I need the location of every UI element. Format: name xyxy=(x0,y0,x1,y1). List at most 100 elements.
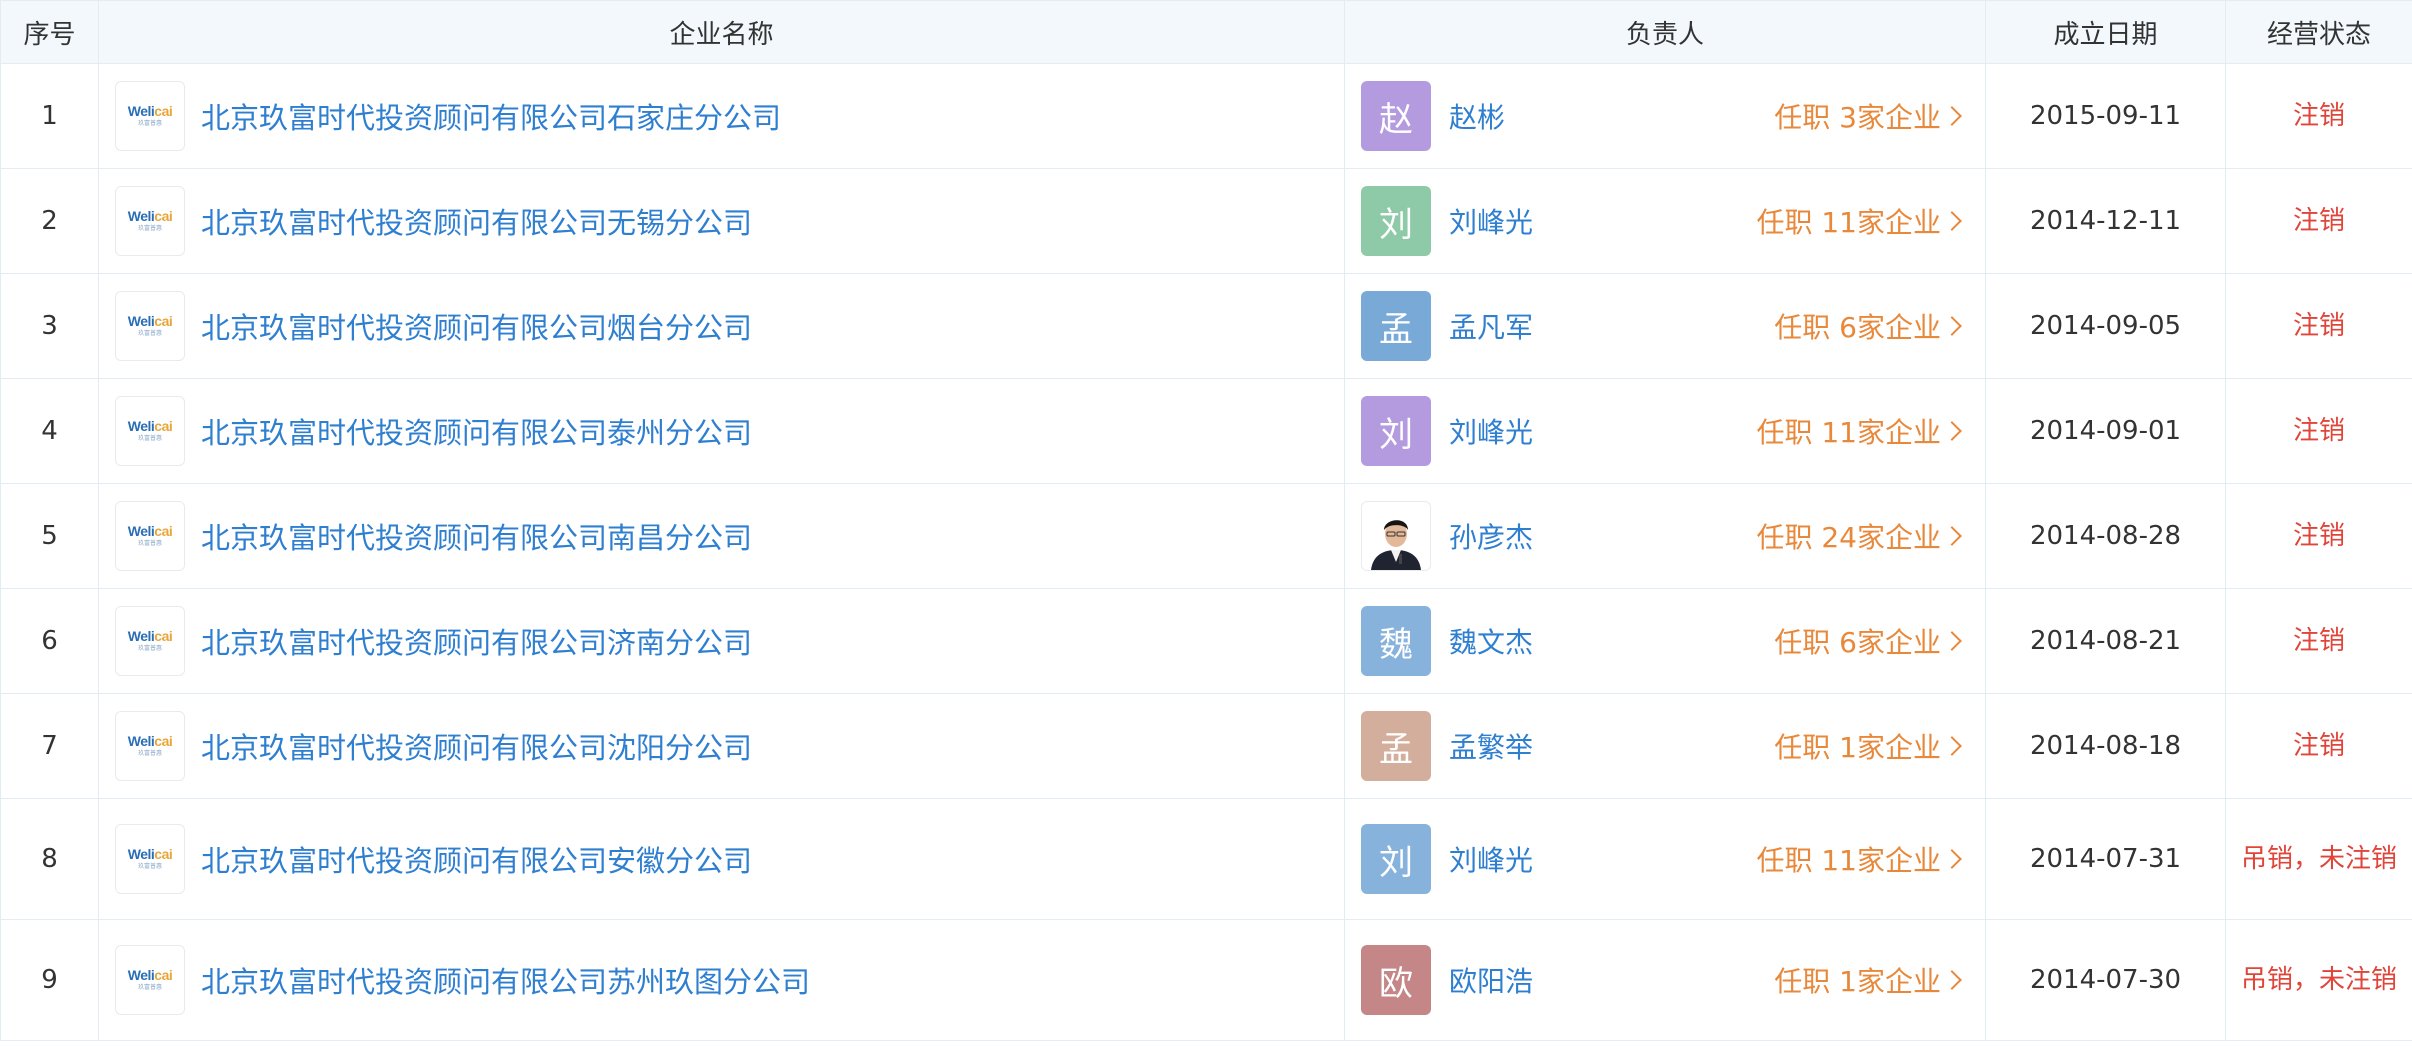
company-name-link[interactable]: 北京玖富时代投资顾问有限公司泰州分公司 xyxy=(201,410,752,452)
avatar[interactable]: 赵 xyxy=(1361,81,1431,151)
logo-subtitle: 玖富普惠 xyxy=(137,540,162,547)
person-cell: 刘 刘峰光 任职 11家企业 xyxy=(1344,798,1986,920)
status-badge: 注销 xyxy=(2225,168,2412,274)
status-badge: 注销 xyxy=(2225,588,2412,694)
positions-count: 任职 11家企业 xyxy=(1756,416,1941,449)
avatar-photo[interactable] xyxy=(1361,501,1431,571)
avatar[interactable]: 刘 xyxy=(1361,396,1431,466)
table-row: 7 Welicai 玖富普惠 北京玖富时代投资顾问有限公司沈阳分公司 孟 孟繁举… xyxy=(0,693,2412,799)
header-company: 企业名称 xyxy=(98,0,1345,64)
founded-date: 2014-08-18 xyxy=(1985,693,2226,799)
avatar[interactable]: 刘 xyxy=(1361,186,1431,256)
company-logo[interactable]: Welicai 玖富普惠 xyxy=(115,711,185,781)
branch-companies-table: 序号 企业名称 负责人 成立日期 经营状态 1 Welicai 玖富普惠 北京玖… xyxy=(0,0,2412,1041)
avatar[interactable]: 孟 xyxy=(1361,711,1431,781)
company-name-link[interactable]: 北京玖富时代投资顾问有限公司南昌分公司 xyxy=(201,515,752,557)
company-logo[interactable]: Welicai 玖富普惠 xyxy=(115,501,185,571)
company-cell: Welicai 玖富普惠 北京玖富时代投资顾问有限公司安徽分公司 xyxy=(98,798,1345,920)
status-badge: 注销 xyxy=(2225,378,2412,484)
person-name-link[interactable]: 赵彬 xyxy=(1449,96,1505,136)
table-row: 3 Welicai 玖富普惠 北京玖富时代投资顾问有限公司烟台分公司 孟 孟凡军… xyxy=(0,273,2412,379)
row-index: 5 xyxy=(0,483,99,589)
positions-link[interactable]: 任职 6家企业 xyxy=(1774,306,1963,346)
positions-count: 任职 11家企业 xyxy=(1756,206,1941,239)
founded-date: 2015-09-11 xyxy=(1985,63,2226,169)
logo-wordmark: Welicai xyxy=(127,967,173,983)
logo-subtitle: 玖富普惠 xyxy=(137,984,162,991)
positions-count: 任职 11家企业 xyxy=(1756,844,1941,877)
company-name-link[interactable]: 北京玖富时代投资顾问有限公司沈阳分公司 xyxy=(201,725,752,767)
positions-link[interactable]: 任职 11家企业 xyxy=(1756,411,1963,451)
company-logo[interactable]: Welicai 玖富普惠 xyxy=(115,396,185,466)
company-name-link[interactable]: 北京玖富时代投资顾问有限公司济南分公司 xyxy=(201,620,752,662)
logo-subtitle: 玖富普惠 xyxy=(137,435,162,442)
row-index: 8 xyxy=(0,798,99,920)
status-badge: 注销 xyxy=(2225,693,2412,799)
company-logo[interactable]: Welicai 玖富普惠 xyxy=(115,824,185,894)
company-name-link[interactable]: 北京玖富时代投资顾问有限公司石家庄分公司 xyxy=(201,95,781,137)
founded-date: 2014-09-05 xyxy=(1985,273,2226,379)
person-name-link[interactable]: 刘峰光 xyxy=(1449,201,1533,241)
person-cell: 魏 魏文杰 任职 6家企业 xyxy=(1344,588,1986,694)
logo-subtitle: 玖富普惠 xyxy=(137,120,162,127)
founded-date: 2014-08-28 xyxy=(1985,483,2226,589)
logo-subtitle: 玖富普惠 xyxy=(137,225,162,232)
row-index: 2 xyxy=(0,168,99,274)
positions-link[interactable]: 任职 24家企业 xyxy=(1756,516,1963,556)
person-cell: 刘 刘峰光 任职 11家企业 xyxy=(1344,168,1986,274)
positions-count: 任职 6家企业 xyxy=(1774,626,1941,659)
logo-wordmark: Welicai xyxy=(127,523,173,539)
chevron-right-icon xyxy=(1942,736,1962,756)
header-person: 负责人 xyxy=(1344,0,1986,64)
person-name-link[interactable]: 欧阳浩 xyxy=(1449,960,1533,1000)
positions-link[interactable]: 任职 6家企业 xyxy=(1774,621,1963,661)
avatar[interactable]: 刘 xyxy=(1361,824,1431,894)
table-header-row: 序号 企业名称 负责人 成立日期 经营状态 xyxy=(0,0,2412,64)
positions-link[interactable]: 任职 1家企业 xyxy=(1774,726,1963,766)
company-logo[interactable]: Welicai 玖富普惠 xyxy=(115,606,185,676)
logo-subtitle: 玖富普惠 xyxy=(137,645,162,652)
row-index: 3 xyxy=(0,273,99,379)
company-logo[interactable]: Welicai 玖富普惠 xyxy=(115,291,185,361)
founded-date: 2014-09-01 xyxy=(1985,378,2226,484)
logo-wordmark: Welicai xyxy=(127,628,173,644)
company-cell: Welicai 玖富普惠 北京玖富时代投资顾问有限公司石家庄分公司 xyxy=(98,63,1345,169)
positions-link[interactable]: 任职 3家企业 xyxy=(1774,96,1963,136)
person-cell: 赵 赵彬 任职 3家企业 xyxy=(1344,63,1986,169)
header-status: 经营状态 xyxy=(2225,0,2412,64)
company-cell: Welicai 玖富普惠 北京玖富时代投资顾问有限公司烟台分公司 xyxy=(98,273,1345,379)
positions-link[interactable]: 任职 11家企业 xyxy=(1756,839,1963,879)
avatar[interactable]: 欧 xyxy=(1361,945,1431,1015)
positions-count: 任职 24家企业 xyxy=(1756,521,1941,554)
person-name-link[interactable]: 孙彦杰 xyxy=(1449,516,1533,556)
company-name-link[interactable]: 北京玖富时代投资顾问有限公司烟台分公司 xyxy=(201,305,752,347)
company-logo[interactable]: Welicai 玖富普惠 xyxy=(115,81,185,151)
person-name-link[interactable]: 孟繁举 xyxy=(1449,726,1533,766)
person-photo-icon xyxy=(1363,504,1429,570)
logo-wordmark: Welicai xyxy=(127,733,173,749)
founded-date: 2014-07-31 xyxy=(1985,798,2226,920)
company-name-link[interactable]: 北京玖富时代投资顾问有限公司安徽分公司 xyxy=(201,838,752,880)
person-name-link[interactable]: 魏文杰 xyxy=(1449,621,1533,661)
company-name-link[interactable]: 北京玖富时代投资顾问有限公司无锡分公司 xyxy=(201,200,752,242)
founded-date: 2014-07-30 xyxy=(1985,919,2226,1041)
table-row: 5 Welicai 玖富普惠 北京玖富时代投资顾问有限公司南昌分公司 孙彦杰 任… xyxy=(0,483,2412,589)
avatar[interactable]: 魏 xyxy=(1361,606,1431,676)
positions-count: 任职 1家企业 xyxy=(1774,731,1941,764)
company-cell: Welicai 玖富普惠 北京玖富时代投资顾问有限公司济南分公司 xyxy=(98,588,1345,694)
company-logo[interactable]: Welicai 玖富普惠 xyxy=(115,186,185,256)
table-row: 4 Welicai 玖富普惠 北京玖富时代投资顾问有限公司泰州分公司 刘 刘峰光… xyxy=(0,378,2412,484)
company-cell: Welicai 玖富普惠 北京玖富时代投资顾问有限公司沈阳分公司 xyxy=(98,693,1345,799)
company-logo[interactable]: Welicai 玖富普惠 xyxy=(115,945,185,1015)
founded-date: 2014-08-21 xyxy=(1985,588,2226,694)
person-name-link[interactable]: 刘峰光 xyxy=(1449,839,1533,879)
person-cell: 孟 孟繁举 任职 1家企业 xyxy=(1344,693,1986,799)
status-badge: 注销 xyxy=(2225,483,2412,589)
person-name-link[interactable]: 刘峰光 xyxy=(1449,411,1533,451)
positions-link[interactable]: 任职 11家企业 xyxy=(1756,201,1963,241)
avatar[interactable]: 孟 xyxy=(1361,291,1431,361)
positions-link[interactable]: 任职 1家企业 xyxy=(1774,960,1963,1000)
status-badge: 注销 xyxy=(2225,273,2412,379)
person-name-link[interactable]: 孟凡军 xyxy=(1449,306,1533,346)
company-name-link[interactable]: 北京玖富时代投资顾问有限公司苏州玖图分公司 xyxy=(201,959,810,1001)
